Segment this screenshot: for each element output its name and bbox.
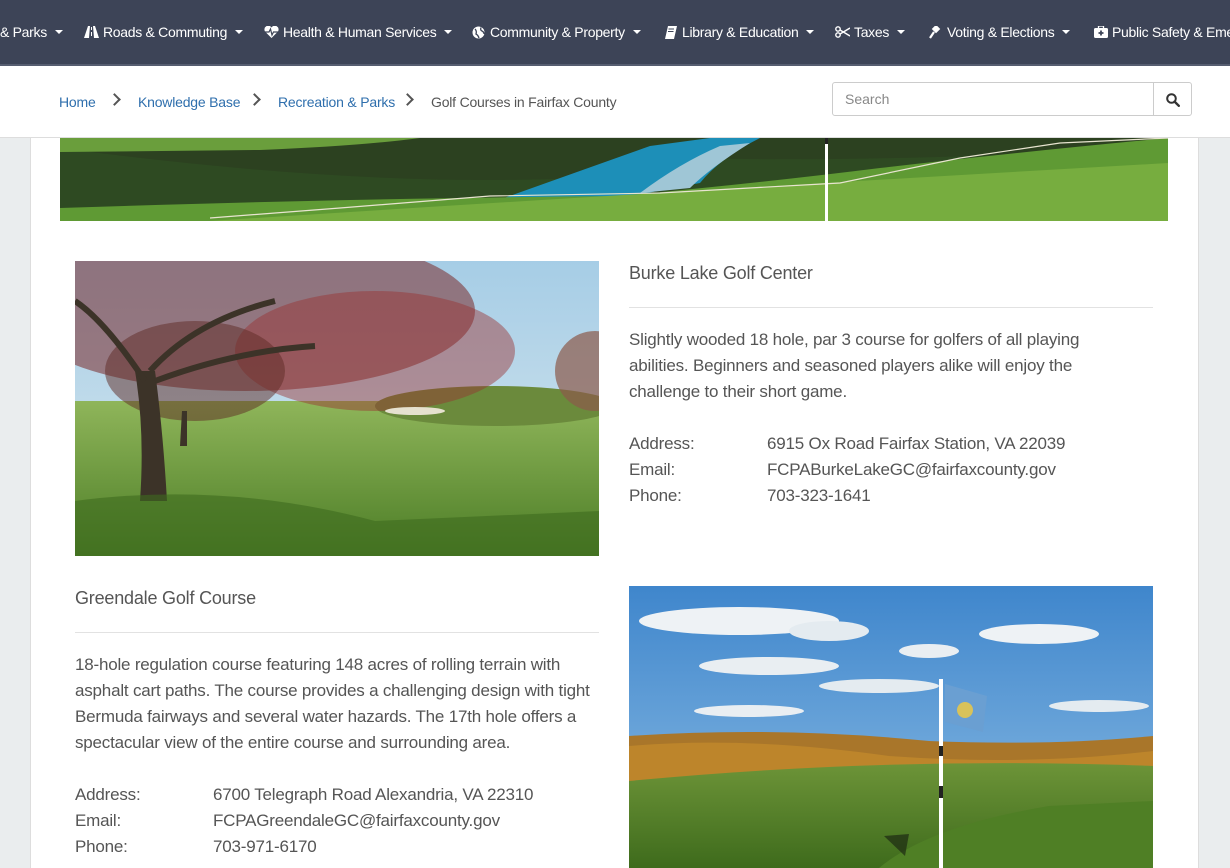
email-value[interactable]: FCPAGreendaleGC@fairfaxcounty.gov: [213, 808, 500, 834]
chevron-right-icon: [250, 93, 259, 107]
nav-health-human-services[interactable]: Health & Human Services: [264, 24, 453, 40]
divider: [629, 307, 1153, 308]
phone-value[interactable]: 703-971-6170: [213, 834, 317, 860]
nav-voting-elections[interactable]: Voting & Elections: [928, 24, 1071, 40]
breadcrumb-recreation-parks[interactable]: Recreation & Parks: [278, 94, 395, 110]
address-label: Address:: [629, 434, 695, 453]
nav-label: Health & Human Services: [283, 24, 437, 40]
heartbeat-icon: [264, 26, 279, 38]
nav-taxes[interactable]: Taxes: [835, 24, 906, 40]
course-description: 18-hole regulation course featuring 148 …: [75, 655, 590, 752]
nav-public-safety[interactable]: Public Safety & Emer: [1093, 24, 1230, 40]
banner-image: [60, 138, 1168, 221]
caret-down-icon: [54, 30, 63, 34]
book-icon: [663, 25, 678, 39]
caret-down-icon: [806, 30, 815, 34]
medkit-icon: [1093, 26, 1108, 38]
nav-label: & Parks: [0, 24, 47, 40]
email-label: Email:: [629, 460, 676, 479]
nav-label: Taxes: [854, 24, 890, 40]
address-value: 6915 Ox Road Fairfax Station, VA 22039: [767, 434, 1066, 453]
breadcrumb: Home Knowledge Base Recreation & Parks G…: [0, 66, 1230, 138]
chevron-right-icon: [403, 93, 412, 107]
nav-label: Roads & Commuting: [103, 24, 228, 40]
globe-icon: [471, 26, 486, 39]
course-title: Greendale Golf Course: [75, 588, 256, 608]
breadcrumb-knowledge-base[interactable]: Knowledge Base: [138, 94, 240, 110]
caret-down-icon: [235, 30, 244, 34]
search-icon: [1166, 93, 1180, 107]
course-title: Burke Lake Golf Center: [629, 263, 813, 283]
divider: [75, 632, 599, 633]
nav-community-property[interactable]: Community & Property: [471, 24, 641, 40]
caret-down-icon: [897, 30, 906, 34]
nav-library-education[interactable]: Library & Education: [663, 24, 815, 40]
caret-down-icon: [444, 30, 453, 34]
caret-down-icon: [632, 30, 641, 34]
gavel-icon: [928, 25, 943, 39]
phone-label: Phone:: [75, 837, 128, 856]
breadcrumb-current: Golf Courses in Fairfax County: [431, 94, 617, 110]
nav-label: Community & Property: [490, 24, 625, 40]
nav-label: Public Safety & Emer: [1112, 24, 1230, 40]
burke-lake-photo: [75, 261, 599, 556]
breadcrumb-home[interactable]: Home: [59, 94, 96, 110]
road-icon: [84, 26, 99, 38]
course-description: Slightly wooded 18 hole, par 3 course fo…: [629, 330, 1080, 401]
nav-roads-commuting[interactable]: Roads & Commuting: [84, 24, 244, 40]
scissors-icon: [835, 26, 850, 38]
chevron-right-icon: [110, 93, 119, 107]
top-navigation: & Parks Roads & Commuting Health & Human…: [0, 0, 1230, 66]
nav-label: Library & Education: [682, 24, 799, 40]
email-label: Email:: [75, 811, 122, 830]
nav-label: Voting & Elections: [947, 24, 1055, 40]
nav-recreation-parks[interactable]: & Parks: [0, 24, 63, 40]
address-label: Address:: [75, 785, 141, 804]
email-value[interactable]: FCPABurkeLakeGC@fairfaxcounty.gov: [767, 457, 1056, 483]
greendale-photo: [629, 586, 1153, 868]
address-value: 6700 Telegraph Road Alexandria, VA 22310: [213, 785, 534, 804]
phone-label: Phone:: [629, 486, 682, 505]
phone-value[interactable]: 703-323-1641: [767, 483, 871, 509]
search-input[interactable]: [832, 82, 1154, 116]
caret-down-icon: [1062, 30, 1071, 34]
search-button[interactable]: [1153, 82, 1192, 116]
